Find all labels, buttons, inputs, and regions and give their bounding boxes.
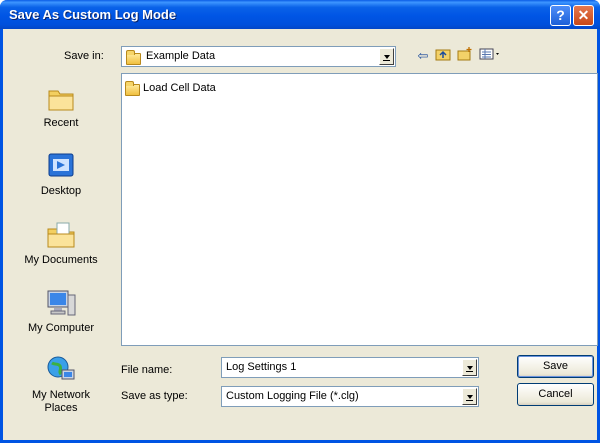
desktop-icon (45, 150, 77, 182)
save-as-type-select[interactable]: Custom Logging File (*.clg) (221, 386, 479, 407)
places-bar: Recent Desktop My Documents My Computer … (6, 62, 116, 438)
my-documents-icon (45, 219, 77, 251)
help-button[interactable]: ? (550, 5, 571, 26)
place-network[interactable]: My Network Places (6, 354, 116, 415)
place-my-documents[interactable]: My Documents (6, 219, 116, 267)
file-name-value: Log Settings 1 (226, 361, 297, 373)
save-as-type-label: Save as type: (121, 390, 188, 402)
up-folder-icon[interactable] (434, 47, 452, 65)
place-label: My Computer (27, 322, 95, 334)
chevron-down-icon[interactable] (462, 359, 477, 376)
file-list[interactable]: Load Cell Data (121, 73, 598, 346)
place-my-computer[interactable]: My Computer (6, 287, 116, 335)
recent-folder-icon (45, 82, 77, 114)
save-button[interactable]: Save (517, 355, 594, 378)
save-as-dialog: Save As Custom Log Mode ? ✕ Save in: Exa… (0, 0, 600, 443)
close-icon: ✕ (577, 7, 590, 23)
save-in-combo[interactable]: Example Data (121, 46, 396, 67)
file-name-label: File name: (121, 364, 173, 376)
place-label: Desktop (40, 185, 82, 197)
place-label: My Network Places (31, 389, 91, 414)
views-menu-icon[interactable] (478, 47, 504, 65)
chevron-down-icon[interactable] (462, 388, 477, 405)
new-folder-icon[interactable] (456, 47, 474, 65)
folder-icon (125, 81, 140, 96)
file-name-input[interactable]: Log Settings 1 (221, 357, 479, 378)
network-places-icon (45, 354, 77, 386)
save-as-type-value: Custom Logging File (*.clg) (226, 390, 359, 402)
save-in-label: Save in: (64, 50, 104, 62)
place-label: My Documents (24, 254, 98, 266)
my-computer-icon (45, 287, 77, 319)
place-recent[interactable]: Recent (6, 82, 116, 130)
save-in-value: Example Data (146, 50, 216, 62)
window-title: Save As Custom Log Mode (9, 7, 177, 22)
cancel-button[interactable]: Cancel (517, 383, 594, 406)
folder-icon (126, 50, 141, 65)
chevron-down-icon[interactable] (379, 48, 394, 65)
close-button[interactable]: ✕ (573, 5, 594, 26)
place-label: Recent (43, 117, 79, 129)
place-desktop[interactable]: Desktop (6, 150, 116, 198)
file-item-name: Load Cell Data (143, 82, 216, 94)
back-arrow-icon[interactable]: ⇦ (414, 47, 432, 65)
title-bar[interactable]: Save As Custom Log Mode ? ✕ (0, 0, 600, 29)
